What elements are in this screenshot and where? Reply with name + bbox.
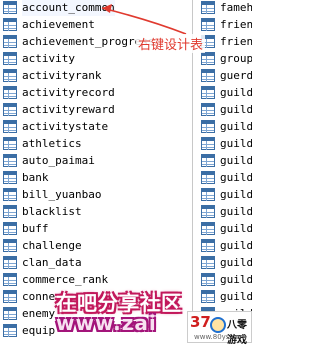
watermark-line-2: www.zai: [56, 311, 157, 335]
logo-url: www.80ys.com: [194, 333, 247, 341]
annotation-text: 右键设计表: [136, 34, 206, 53]
logo-number: 37: [190, 313, 211, 331]
logo-text: 八零游戏: [227, 320, 247, 346]
logo-face-icon: [210, 317, 226, 333]
site-logo: 37 八零游戏 www.80ys.com: [187, 311, 252, 346]
